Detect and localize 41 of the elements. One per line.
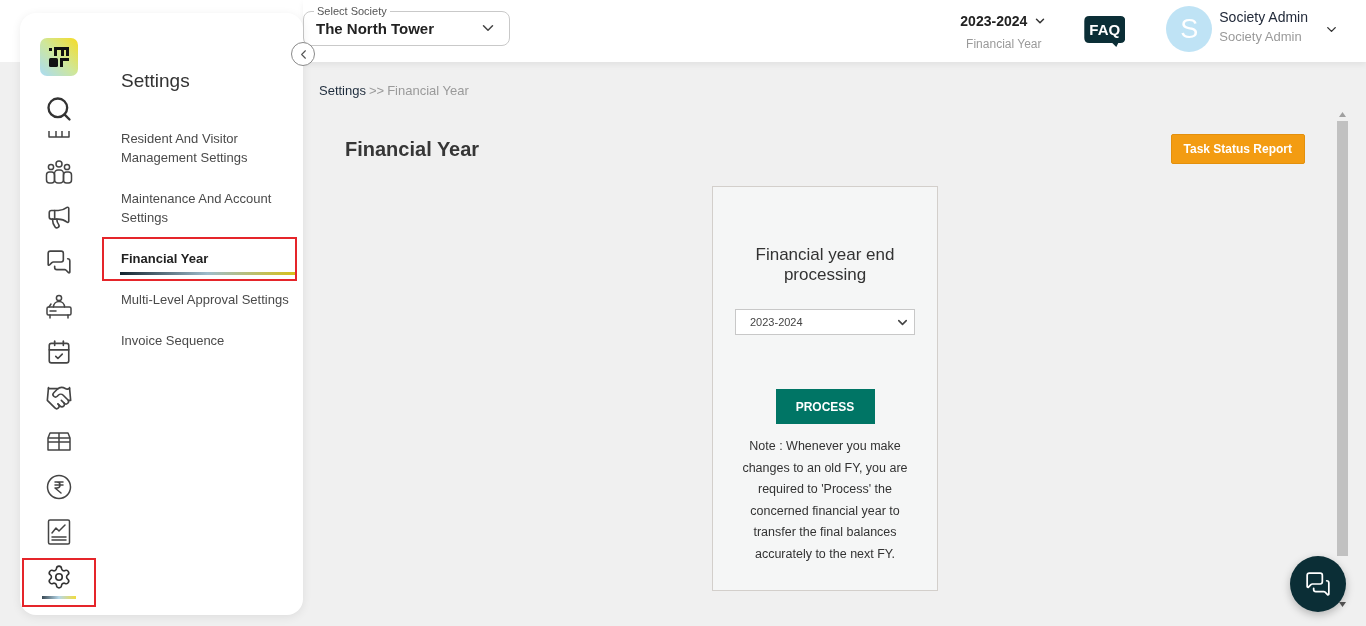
partial-icon	[48, 131, 70, 138]
megaphone-icon	[46, 204, 72, 230]
card-title: Financial year end processing	[754, 245, 896, 285]
user-name: Society Admin	[1219, 9, 1308, 26]
breadcrumb-link[interactable]: Settings	[319, 83, 366, 99]
society-select[interactable]: Select Society The North Tower	[303, 5, 510, 46]
settings-icon	[46, 564, 72, 590]
menu-title: Settings	[121, 70, 191, 92]
chart-report-icon	[47, 519, 71, 545]
active-underline	[42, 596, 76, 599]
breadcrumb-separator: >>	[369, 83, 385, 99]
chat-bubbles-icon	[46, 249, 72, 275]
avatar: S	[1166, 6, 1213, 52]
chat-button[interactable]	[1290, 556, 1346, 612]
scroll-down-arrow-icon[interactable]	[1339, 602, 1346, 607]
logo-icon[interactable]	[40, 38, 78, 76]
note-text: Note : Whenever you make changes to an old FY, you are required to 'Process' the concerned financial year to transfer the final balances accurately to the next FY.	[741, 438, 909, 563]
page-title: Financial Year	[345, 137, 480, 161]
settings-menu-item[interactable]: Resident And Visitor Management Settings	[104, 119, 295, 178]
chat-bubbles-icon	[1305, 571, 1331, 597]
process-button[interactable]: PROCESS	[775, 389, 875, 424]
year-caption: Financial Year	[966, 37, 1042, 51]
calendar-icon	[46, 339, 72, 365]
box-icon	[45, 429, 73, 453]
collapse-button[interactable]	[291, 42, 315, 66]
user-role: Society Admin	[1219, 29, 1303, 45]
year-select[interactable]: 2023-2024	[735, 309, 915, 335]
rupee-coin-icon	[46, 474, 72, 500]
settings-menu-item[interactable]: Maintenance And Account Settings	[104, 179, 295, 238]
year-selector[interactable]: 2023-2024	[960, 12, 1048, 30]
nav-item[interactable]	[24, 560, 94, 605]
settings-menu-item[interactable]: Multi-Level Approval Settings	[104, 280, 295, 320]
faq-button[interactable]: FAQ	[1084, 16, 1126, 47]
settings-menu-item[interactable]: Financial Year	[104, 239, 295, 279]
search-icon[interactable]	[45, 95, 73, 123]
handshake-icon	[45, 384, 73, 412]
reception-desk-icon	[45, 294, 73, 320]
settings-menu-item[interactable]: Invoice Sequence	[104, 321, 295, 361]
breadcrumb-current: Financial Year	[387, 83, 469, 99]
scrollbar-thumb[interactable]	[1337, 121, 1348, 556]
people-group-icon	[45, 159, 73, 185]
